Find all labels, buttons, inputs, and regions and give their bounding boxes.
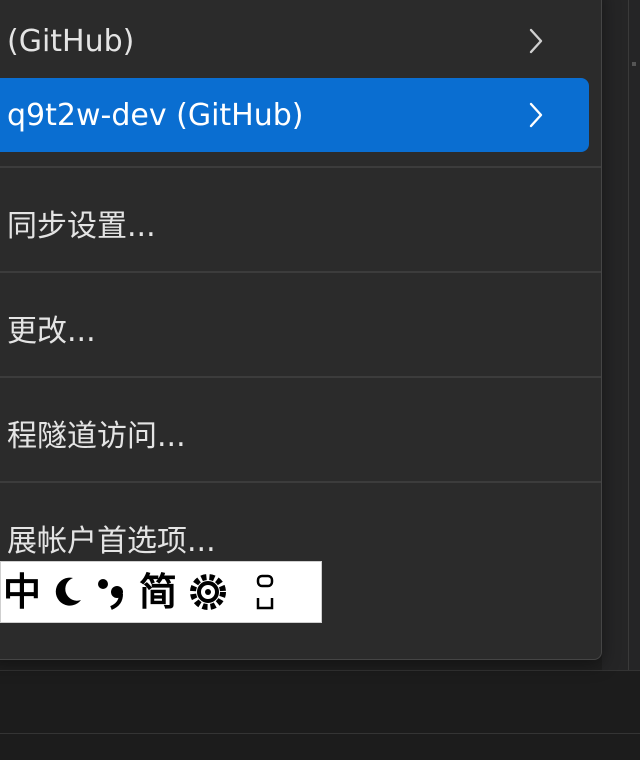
menu-item-label: 程隧道访问... [7, 419, 186, 454]
divider-line [0, 733, 640, 734]
punctuation-icon[interactable] [95, 567, 129, 617]
ime-toolbar: 中 简 [0, 561, 322, 623]
menu-item-github-account[interactable]: (GitHub) [0, 4, 601, 78]
divider-line [628, 0, 629, 759]
gear-icon[interactable] [187, 567, 229, 617]
chevron-right-icon [523, 28, 549, 54]
menu-item-label: q9t2w-dev (GitHub) [7, 97, 304, 133]
menu-separator [0, 271, 601, 273]
menu-item-label: (GitHub) [7, 23, 135, 59]
menu-item-label: 同步设置... [7, 209, 156, 244]
scroll-indicator [632, 62, 636, 66]
editor-background-panel [0, 670, 640, 760]
moon-icon[interactable] [51, 567, 85, 617]
menu-separator [0, 376, 601, 378]
ime-mode-button[interactable]: 中 [3, 567, 41, 617]
menu-item-label: 更改... [7, 314, 96, 349]
menu-item-changes[interactable]: 更改... [0, 291, 601, 365]
menu-item-sync-settings[interactable]: 同步设置... [0, 186, 601, 260]
more-icon[interactable] [253, 567, 277, 617]
menu-item-label: 展帐户首选项... [7, 524, 216, 559]
menu-item-q9t2w-dev-account[interactable]: q9t2w-dev (GitHub) [0, 78, 589, 152]
menu-item-remote-tunnel-access[interactable]: 程隧道访问... [0, 396, 601, 470]
menu-separator [0, 481, 601, 483]
editor-side-strip [602, 0, 640, 759]
chevron-right-icon [523, 102, 549, 128]
simplified-chinese-button[interactable]: 简 [139, 567, 177, 617]
menu-separator [0, 166, 601, 168]
